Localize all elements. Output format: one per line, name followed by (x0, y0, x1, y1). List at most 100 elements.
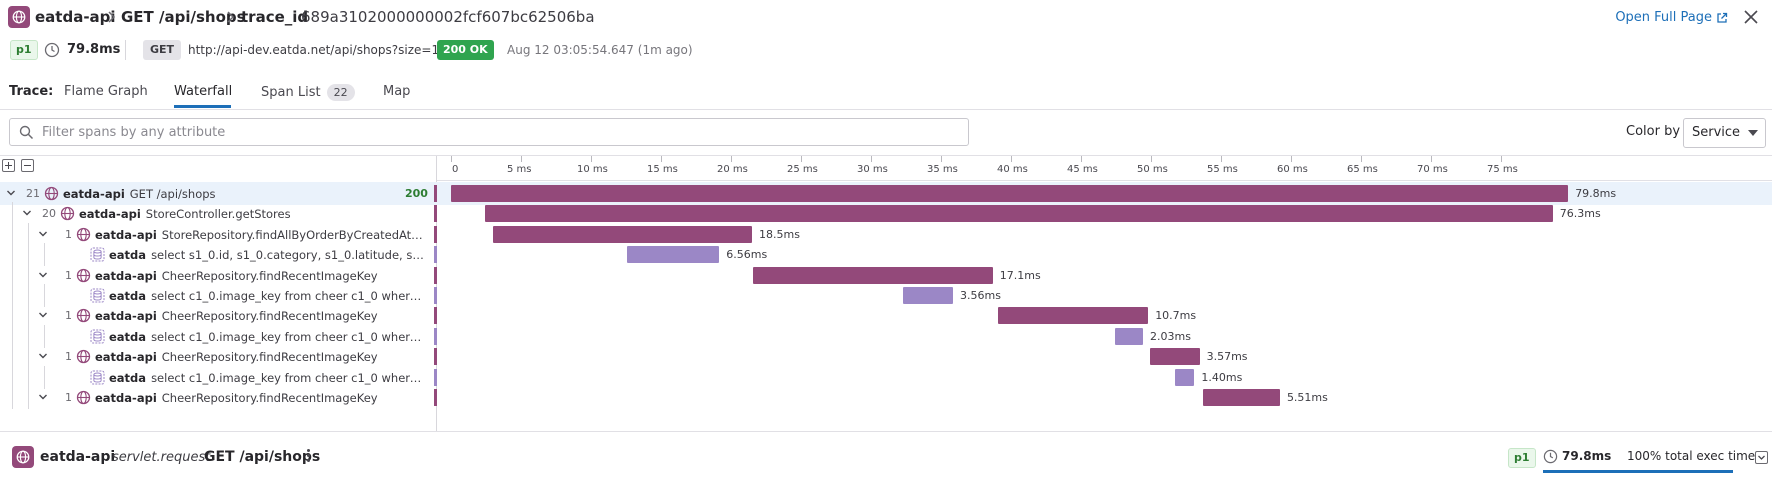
external-link-icon (1717, 12, 1728, 23)
span-color-mark (434, 348, 437, 366)
tabs-label: Trace: (9, 84, 54, 99)
span-service: eatda (109, 329, 147, 344)
span-color-mark (434, 185, 437, 202)
span-service: eatda-api (79, 207, 141, 222)
chevron-down-icon[interactable] (38, 392, 48, 402)
filter-spans-input[interactable] (42, 122, 942, 142)
axis-tick-label: 35 ms (927, 164, 958, 175)
span-service: eatda (109, 289, 147, 303)
close-icon[interactable] (1742, 8, 1760, 26)
trace-duration: 79.8ms (67, 42, 121, 57)
span-color-mark (434, 225, 437, 243)
span-name: eatda-api CheerRepository.findRecentImage… (95, 391, 428, 405)
span-resource: select c1_0.image_key from cheer c1_0 wh… (151, 370, 428, 385)
span-bar[interactable] (903, 287, 954, 304)
span-color-mark (434, 327, 437, 345)
span-name: eatda select c1_0.image_key from cheer c1… (109, 330, 428, 344)
span-color-mark (434, 368, 437, 386)
footer-priority-badge: p1 (1508, 448, 1536, 468)
chevron-down-icon[interactable] (38, 270, 48, 280)
tab-waterfall[interactable]: Waterfall (174, 84, 232, 99)
service-globe-icon (76, 349, 91, 364)
axis-tick-label: 25 ms (787, 164, 818, 175)
more-options-icon[interactable] (305, 448, 311, 466)
chevron-down-icon[interactable] (6, 188, 16, 198)
axis-tick (801, 156, 802, 162)
span-bar[interactable] (998, 307, 1149, 325)
status-badge: 200 OK (437, 40, 494, 60)
span-resource: CheerRepository.findRecentImageKey (161, 309, 378, 324)
service-globe-icon (76, 390, 91, 405)
span-duration-label: 3.57ms (1206, 350, 1248, 364)
axis-tick (941, 156, 942, 162)
axis-tick-label: 75 ms (1487, 164, 1518, 175)
tab-span-list[interactable]: Span List 22 (261, 84, 355, 101)
database-icon (90, 329, 105, 344)
service-globe-icon (76, 308, 91, 323)
open-full-page-link[interactable]: Open Full Page (1615, 10, 1728, 25)
span-resource: StoreRepository.findAllByOrderByCreatedA… (161, 227, 428, 242)
chevron-down-icon[interactable] (38, 229, 48, 239)
span-service: eatda-api (95, 391, 157, 405)
span-duration-label: 76.3ms (1559, 207, 1601, 221)
footer-service: eatda-api (40, 449, 116, 465)
breadcrumb-service[interactable]: eatda-api (35, 8, 116, 26)
request-url[interactable]: http://api-dev.eatda.net/api/shops?size=… (188, 43, 447, 57)
span-duration-label: 17.1ms (999, 268, 1041, 282)
span-name: eatda-api GET /api/shops (63, 187, 390, 201)
span-resource: CheerRepository.findRecentImageKey (161, 268, 378, 283)
axis-tick-label: 30 ms (857, 164, 888, 175)
database-icon (90, 370, 105, 385)
axis-tick (871, 156, 872, 162)
trace-id: 689a3102000000002fcf607bc62506ba (301, 8, 595, 26)
span-name: eatda-api CheerRepository.findRecentImage… (95, 269, 428, 283)
span-service: eatda-api (63, 187, 125, 201)
span-service: eatda (109, 370, 147, 385)
axis-tick-label: 65 ms (1347, 164, 1378, 175)
span-detail-footer: eatda-api servlet.request GET /api/shops… (0, 431, 1772, 482)
span-row[interactable]: 1 eatda-api CheerRepository.findRecentImag… (0, 386, 1772, 409)
span-color-mark (434, 246, 437, 264)
trace-view-tabs: Trace: Flame Graph Waterfall Span List 22… (0, 78, 1772, 110)
span-bar[interactable] (493, 225, 752, 243)
span-color-mark (434, 389, 437, 406)
caret-down-icon (1748, 130, 1758, 136)
chevron-down-icon[interactable] (38, 351, 48, 361)
tab-span-list-label: Span List (261, 85, 321, 100)
waterfall-panel: 0 5 ms 10 ms 15 ms 20 ms 25 ms 30 ms 35 ms 40 ms… (0, 155, 1772, 431)
child-count: 1 (65, 350, 72, 364)
span-bar[interactable] (627, 246, 720, 264)
span-bar[interactable] (753, 266, 993, 284)
span-bar[interactable] (484, 205, 1553, 223)
breadcrumb-trace-label: trace_id (241, 8, 309, 26)
axis-tick-label: 5 ms (507, 164, 532, 175)
database-icon (90, 247, 105, 262)
axis-tick-label: 50 ms (1137, 164, 1168, 175)
span-resource: select c1_0.image_key from cheer c1_0 wh… (151, 289, 428, 303)
axis-tick (591, 156, 592, 162)
span-filter[interactable] (9, 118, 969, 146)
chevron-right-icon (108, 11, 116, 23)
chevron-down-icon[interactable] (38, 310, 48, 320)
color-by-select[interactable]: Service (1683, 118, 1766, 148)
chevron-down-icon[interactable] (22, 208, 32, 218)
tab-map[interactable]: Map (383, 84, 410, 99)
collapse-all-icon[interactable] (21, 159, 34, 172)
span-bar[interactable] (1114, 327, 1143, 345)
tab-flame-graph[interactable]: Flame Graph (64, 84, 148, 99)
span-bar[interactable] (1149, 348, 1200, 366)
span-bar[interactable] (1202, 389, 1280, 406)
span-color-mark (434, 205, 437, 223)
active-tab-indicator (174, 105, 231, 108)
expand-all-icon[interactable] (2, 159, 15, 172)
span-bar[interactable] (1174, 368, 1195, 386)
span-resource: select c1_0.image_key from cheer c1_0 wh… (151, 329, 428, 344)
collapse-panel-icon[interactable] (1755, 451, 1768, 464)
trace-timestamp: Aug 12 03:05:54.647 (1m ago) (507, 43, 693, 57)
span-resource: CheerRepository.findRecentImageKey (161, 391, 378, 405)
axis-tick (1431, 156, 1432, 162)
footer-operation: servlet.request (112, 450, 211, 465)
span-bar[interactable] (451, 185, 1569, 202)
database-icon (90, 288, 105, 303)
service-globe-icon (44, 186, 59, 201)
